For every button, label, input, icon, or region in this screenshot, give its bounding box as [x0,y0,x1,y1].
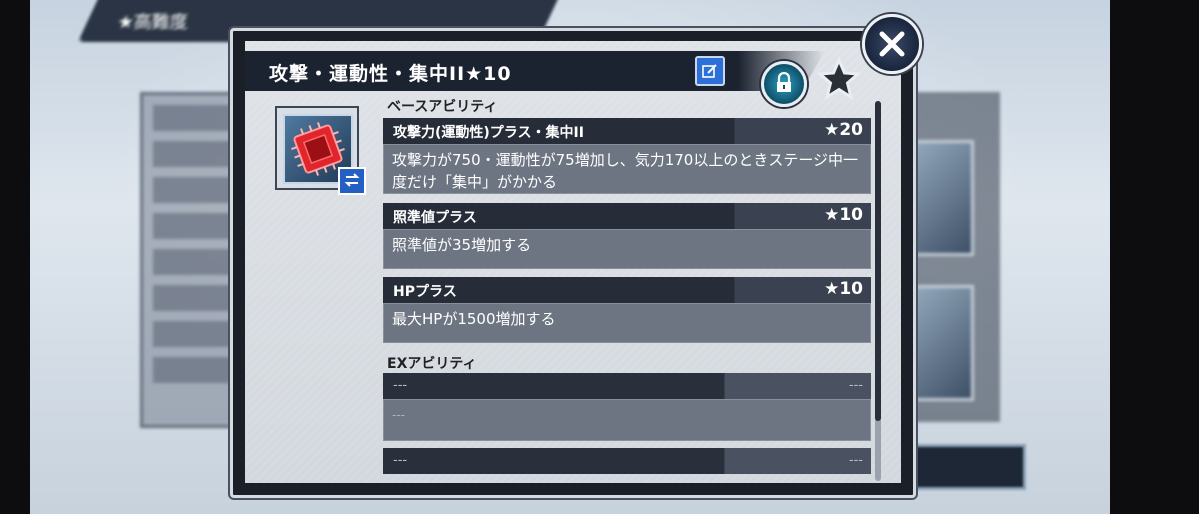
ex-ability-slot[interactable]: --- --- --- [383,373,871,441]
ex-ability-slot[interactable]: --- --- [383,448,871,474]
scrollbar[interactable] [875,101,881,481]
ability-item[interactable]: 照準値プラス ★10 照準値が35増加する [383,203,871,269]
ability-header: 照準値プラス ★10 [383,203,871,229]
swap-button[interactable] [338,167,366,195]
ability-description: 最大HPが1500増加する [383,303,871,343]
ability-item[interactable]: HPプラス ★10 最大HPが1500増加する [383,277,871,343]
ability-rank: --- [848,378,863,393]
title-bar: 攻撃・運動性・集中II★10 [245,51,825,91]
ability-rank: --- [848,453,863,468]
close-button[interactable] [862,14,922,74]
ability-header: HPプラス ★10 [383,277,871,303]
edit-button[interactable] [695,56,725,86]
base-ability-label: ベースアビリティ [387,99,498,115]
back-label: ★高難度 [117,12,188,33]
ability-detail-modal: 攻撃・運動性・集中II★10 ベースアビリティ 攻撃力(運動性)プラス・集中II… [230,28,916,498]
ability-rank: ★10 [824,279,863,299]
ex-ability-label: EXアビリティ [387,356,477,372]
lock-icon [777,71,791,92]
ability-header: 攻撃力(運動性)プラス・集中II ★20 [383,118,871,144]
ability-name: --- [393,453,408,468]
favorite-button[interactable] [816,56,862,101]
ability-description: 照準値が35増加する [383,229,871,269]
modal-title: 攻撃・運動性・集中II★10 [269,63,512,85]
background-button [910,444,1026,490]
star-icon [816,56,862,101]
ability-rank: ★20 [824,120,863,140]
ability-name: --- [393,378,408,393]
ability-list[interactable]: ベースアビリティ 攻撃力(運動性)プラス・集中II ★20 攻撃力が750・運動… [383,96,873,483]
scrollbar-thumb[interactable] [875,101,881,421]
ability-description: --- [383,399,871,441]
ability-name: 照準値プラス [393,210,477,226]
ability-name: 攻撃力(運動性)プラス・集中II [393,125,584,141]
swap-icon [344,173,360,187]
ability-description: 攻撃力が750・運動性が75増加し、気力170以上のときステージ中一度だけ「集中… [383,144,871,194]
ability-name: HPプラス [393,284,457,300]
ability-header: --- --- [383,373,871,399]
close-icon [879,31,905,57]
modal-content: 攻撃・運動性・集中II★10 ベースアビリティ 攻撃力(運動性)プラス・集中II… [245,41,901,483]
ability-header: --- --- [383,448,871,474]
item-icon-frame [275,106,366,195]
ability-rank: ★10 [824,205,863,225]
ability-item[interactable]: 攻撃力(運動性)プラス・集中II ★20 攻撃力が750・運動性が75増加し、気… [383,118,871,194]
edit-icon [702,64,717,78]
